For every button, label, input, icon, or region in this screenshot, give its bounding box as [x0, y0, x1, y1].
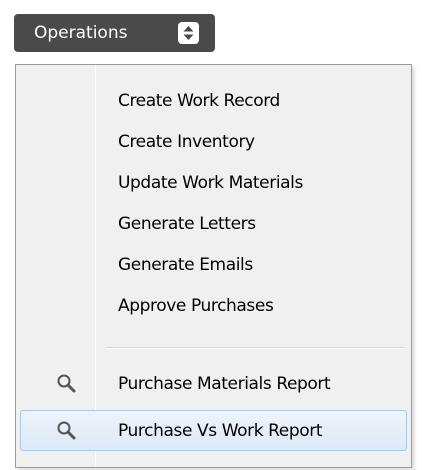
- menu-separator: [106, 347, 405, 349]
- menu-item-label: Purchase Vs Work Report: [118, 420, 323, 441]
- magnifier-icon: [56, 420, 78, 442]
- operations-dropdown-button[interactable]: Operations: [14, 14, 215, 52]
- menu-item-generate-letters[interactable]: Generate Letters: [20, 203, 407, 244]
- menu-item-label: Generate Letters: [118, 213, 256, 234]
- menu-item-label: Create Inventory: [118, 131, 255, 152]
- menu-item-label: Update Work Materials: [118, 172, 303, 193]
- menu-item-generate-emails[interactable]: Generate Emails: [20, 244, 407, 285]
- menu-item-create-work-record[interactable]: Create Work Record: [20, 80, 407, 121]
- menu-item-label: Generate Emails: [118, 254, 253, 275]
- operations-label: Operations: [34, 22, 128, 43]
- magnifier-icon: [56, 373, 78, 395]
- up-down-stepper-icon: [178, 22, 199, 44]
- menu-item-label: Approve Purchases: [118, 295, 274, 316]
- operations-menu: Create Work Record Create Inventory Upda…: [15, 64, 412, 468]
- menu-item-label: Create Work Record: [118, 90, 280, 111]
- menu-item-create-inventory[interactable]: Create Inventory: [20, 121, 407, 162]
- menu-item-label: Purchase Materials Report: [118, 373, 331, 394]
- menu-item-approve-purchases[interactable]: Approve Purchases: [20, 285, 407, 326]
- menu-item-purchase-vs-work-report[interactable]: Purchase Vs Work Report: [20, 410, 407, 451]
- menu-item-update-work-materials[interactable]: Update Work Materials: [20, 162, 407, 203]
- menu-item-purchase-materials-report[interactable]: Purchase Materials Report: [20, 363, 407, 404]
